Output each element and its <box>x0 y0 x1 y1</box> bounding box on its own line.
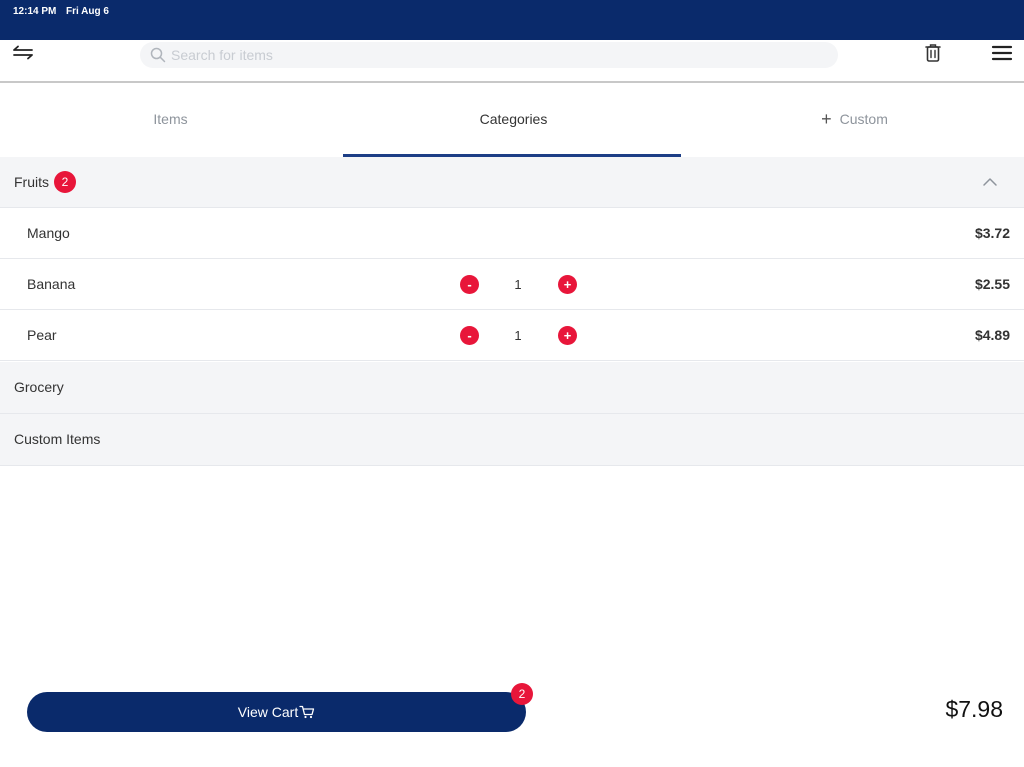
item-row-mango[interactable]: Mango $3.72 <box>0 208 1024 259</box>
menu-icon[interactable] <box>991 44 1013 62</box>
cart-icon <box>299 694 315 719</box>
item-row-banana[interactable]: Banana - 1 + $2.55 <box>0 259 1024 310</box>
tab-categories-label: Categories <box>479 111 548 127</box>
decrease-quantity-button[interactable]: - <box>460 275 479 294</box>
cart-count-badge: 2 <box>511 683 533 705</box>
trash-icon[interactable] <box>922 42 944 64</box>
search-input[interactable] <box>171 45 771 65</box>
view-cart-label: View Cart <box>237 704 299 720</box>
item-name: Mango <box>27 225 70 241</box>
category-name: Fruits <box>14 174 49 190</box>
item-name: Pear <box>27 327 57 343</box>
category-count-badge: 2 <box>54 171 76 193</box>
category-header-custom-items[interactable]: Custom Items <box>0 414 1024 466</box>
tab-bar: Items Categories + Custom <box>0 83 1024 157</box>
category-header-grocery[interactable]: Grocery <box>0 362 1024 414</box>
category-header-fruits[interactable]: Fruits 2 <box>0 157 1024 208</box>
increase-quantity-button[interactable]: + <box>558 326 577 345</box>
quantity-value: 1 <box>514 277 522 292</box>
swap-arrows-icon[interactable] <box>10 44 36 64</box>
item-row-pear[interactable]: Pear - 1 + $4.89 <box>0 310 1024 361</box>
item-name: Banana <box>27 276 76 292</box>
tab-categories[interactable]: Categories <box>343 83 684 157</box>
search-icon <box>150 47 166 63</box>
tab-items-label: Items <box>153 111 188 127</box>
status-bar: 12:14 PM Fri Aug 6 <box>0 0 1024 40</box>
search-box[interactable] <box>140 42 838 68</box>
view-cart-button[interactable]: View Cart <box>27 692 526 732</box>
decrease-quantity-button[interactable]: - <box>460 326 479 345</box>
item-price: $3.72 <box>974 225 1010 241</box>
toolbar <box>0 40 1024 83</box>
tab-custom[interactable]: + Custom <box>684 83 1024 157</box>
status-date: Fri Aug 6 <box>66 6 109 17</box>
item-price: $2.55 <box>974 276 1010 292</box>
plus-icon: + <box>821 109 832 129</box>
tab-items[interactable]: Items <box>0 83 341 157</box>
chevron-up-icon[interactable] <box>980 175 1000 189</box>
increase-quantity-button[interactable]: + <box>558 275 577 294</box>
quantity-value: 1 <box>514 328 522 343</box>
category-name: Grocery <box>14 379 64 395</box>
tab-custom-label: Custom <box>839 111 888 127</box>
status-time: 12:14 PM <box>13 6 57 17</box>
item-price: $4.89 <box>974 327 1010 343</box>
category-name: Custom Items <box>14 431 101 447</box>
cart-total: $7.98 <box>945 696 1003 722</box>
